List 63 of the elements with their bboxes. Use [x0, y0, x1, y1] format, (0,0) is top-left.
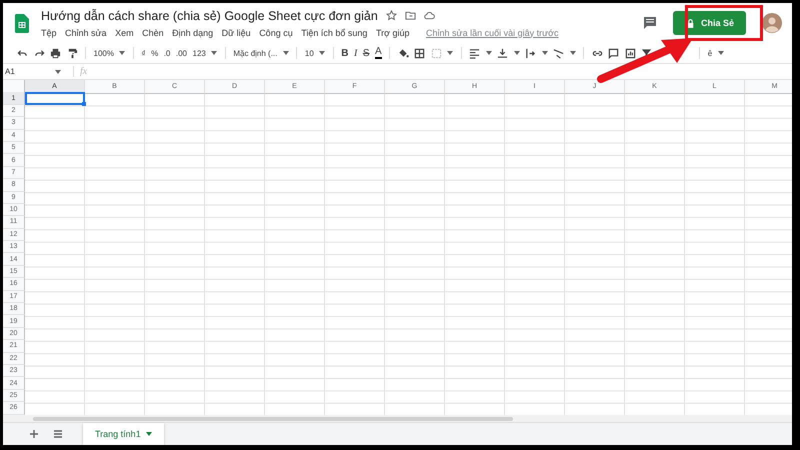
name-box[interactable]: A1 — [3, 67, 55, 76]
increase-decimal[interactable]: .00 — [176, 48, 187, 58]
borders-icon[interactable] — [414, 48, 426, 58]
cloud-icon[interactable] — [424, 10, 435, 21]
caret-icon — [514, 51, 520, 55]
sheet-list-icon[interactable] — [53, 429, 63, 439]
star-icon[interactable] — [386, 10, 397, 21]
comment-icon[interactable] — [642, 16, 657, 30]
undo-icon[interactable] — [17, 48, 28, 58]
avatar[interactable] — [762, 13, 782, 33]
italic-button[interactable]: I — [354, 48, 358, 58]
last-edit-link[interactable]: Chỉnh sửa lần cuối vài giây trước — [426, 28, 559, 38]
sheets-logo-icon[interactable] — [15, 14, 29, 32]
selected-cell[interactable] — [25, 92, 85, 105]
add-sheet-icon[interactable] — [29, 429, 39, 439]
caret-icon — [146, 432, 152, 436]
menu-item[interactable]: Định dạng — [172, 28, 214, 38]
caret-icon — [55, 70, 61, 74]
menu-item[interactable]: Chèn — [142, 28, 164, 38]
percent-format[interactable]: % — [151, 48, 158, 58]
paint-format-icon[interactable] — [66, 48, 78, 58]
print-icon[interactable] — [50, 48, 61, 58]
caret-icon — [570, 51, 576, 55]
number-format-select[interactable]: 123 — [192, 48, 206, 58]
folder-icon[interactable] — [404, 10, 416, 21]
menu-item[interactable]: Dữ liệu — [222, 28, 251, 38]
menu-item[interactable]: Xem — [115, 28, 134, 38]
strikethrough-button[interactable]: S — [362, 48, 370, 58]
caret-icon — [486, 51, 492, 55]
share-button[interactable]: Chia Sẻ — [672, 11, 746, 35]
redo-icon[interactable] — [34, 48, 44, 58]
currency-format[interactable]: ₫ — [141, 48, 146, 58]
fx-label: fx — [73, 66, 88, 77]
caret-icon — [319, 51, 326, 55]
scrollbar-thumb[interactable] — [33, 416, 513, 420]
text-rotate-icon[interactable] — [553, 48, 564, 58]
text-color-button[interactable]: A — [375, 47, 382, 59]
zoom-select[interactable]: 100% — [94, 48, 114, 58]
caret-icon — [542, 51, 548, 55]
align-left-icon[interactable] — [469, 48, 480, 58]
menu-item[interactable]: Công cụ — [259, 28, 293, 38]
menu-item[interactable]: Tệp — [41, 28, 57, 38]
bold-button[interactable]: B — [341, 48, 349, 58]
menu-item[interactable]: Trợ giúp — [376, 28, 410, 38]
caret-icon — [211, 51, 218, 55]
caret-icon — [447, 51, 454, 55]
caret-icon — [718, 51, 724, 55]
fill-color-icon[interactable] — [398, 48, 409, 58]
menu-item[interactable]: Chỉnh sửa — [65, 28, 107, 38]
vertical-align-icon[interactable] — [497, 48, 508, 58]
font-select[interactable]: Mặc định (... — [233, 48, 278, 58]
comment-add-icon[interactable] — [608, 48, 620, 58]
caret-icon — [282, 51, 289, 55]
caret-icon — [119, 51, 126, 55]
merge-cells-icon[interactable] — [430, 48, 442, 58]
text-wrap-icon[interactable] — [525, 48, 536, 58]
font-size-select[interactable]: 10 — [304, 48, 314, 58]
sheet-tab[interactable]: Trang tính1 — [83, 423, 164, 445]
input-tools-button[interactable]: ê — [708, 48, 712, 58]
chart-icon[interactable] — [624, 48, 636, 58]
menu-item[interactable]: Tiện ích bổ sung — [301, 28, 368, 38]
decrease-decimal[interactable]: .0 — [164, 48, 170, 58]
document-title[interactable]: Hướng dẫn cách share (chia sẻ) Google Sheet cực đơn giản — [41, 8, 378, 22]
